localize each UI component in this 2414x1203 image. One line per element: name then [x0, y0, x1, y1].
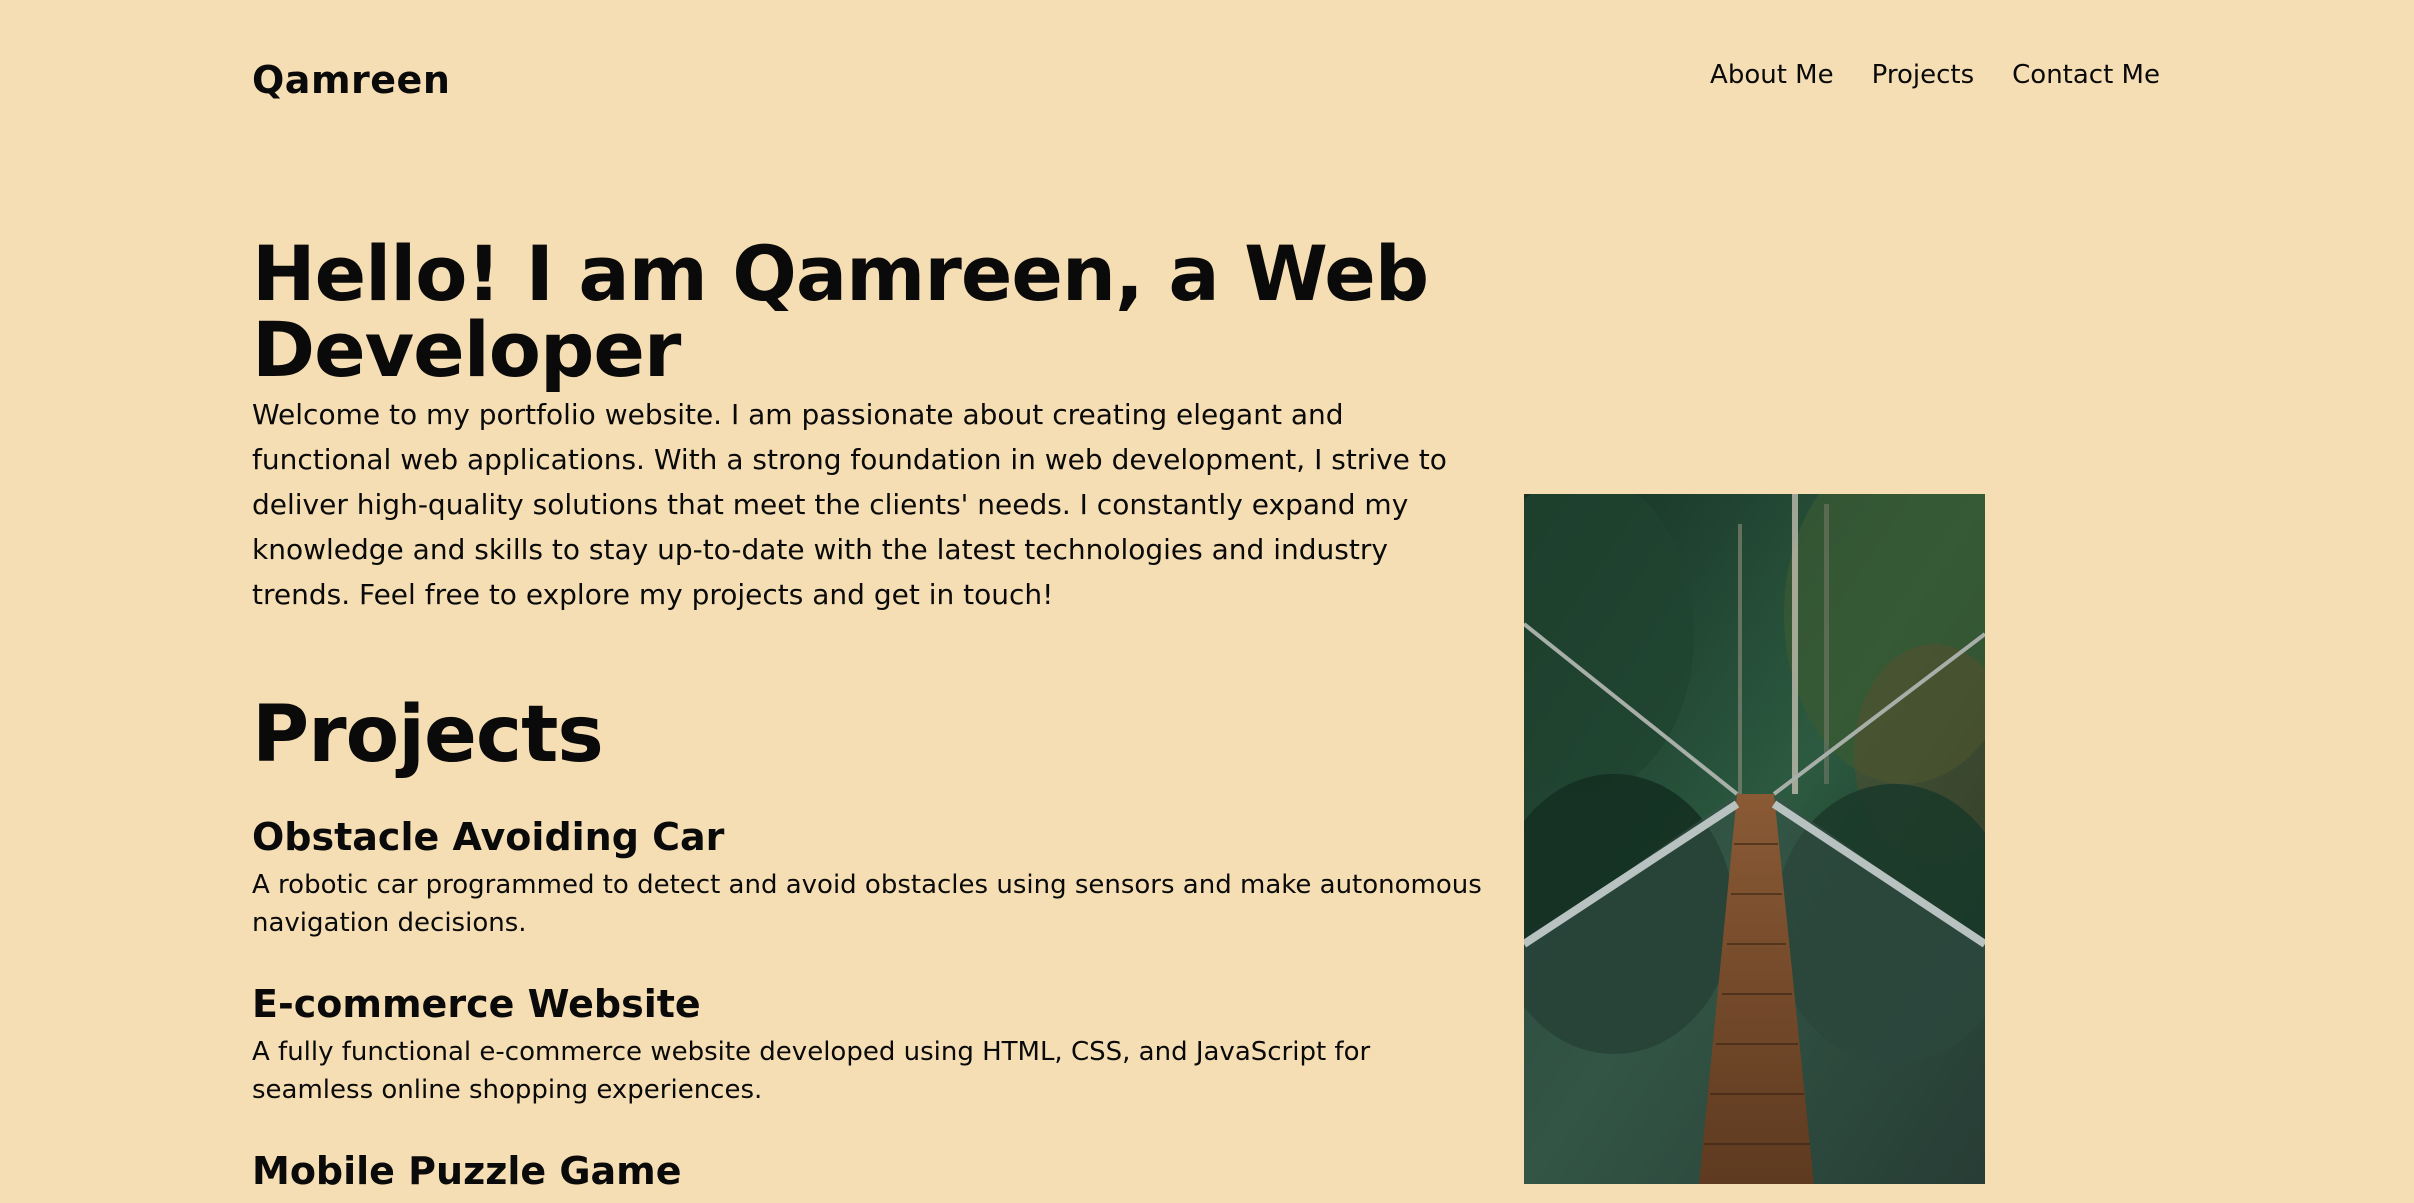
hero-intro: Welcome to my portfolio website. I am pa… — [252, 398, 1447, 611]
nav-link-about-me[interactable]: About Me — [1710, 60, 1834, 90]
project-description-ecommerce: A fully functional e-commerce website de… — [252, 1037, 1371, 1105]
brand-logo[interactable]: Qamreen — [252, 58, 450, 102]
bridge-forest-photo — [1524, 494, 1985, 1184]
projects-heading: Projects — [252, 690, 604, 780]
nav-item-about: About Me — [1710, 60, 1834, 90]
nav-item-projects: Projects — [1872, 60, 1975, 90]
main-nav: About Me Projects Contact Me — [1710, 60, 2160, 90]
project-description-obstacle-car: A robotic car programmed to detect and a… — [252, 870, 1482, 938]
project-title-ecommerce: E-commerce Website — [252, 982, 701, 1026]
bridge-forest-image — [1524, 494, 1985, 1184]
project-title-obstacle-car: Obstacle Avoiding Car — [252, 815, 725, 859]
nav-link-contact-me[interactable]: Contact Me — [2012, 60, 2160, 90]
nav-link-projects[interactable]: Projects — [1872, 60, 1975, 90]
project-title-puzzle-game: Mobile Puzzle Game — [252, 1149, 682, 1193]
nav-item-contact: Contact Me — [2012, 60, 2160, 90]
hero-title: Hello! I am Qamreen, a Web Developer — [252, 229, 1429, 394]
